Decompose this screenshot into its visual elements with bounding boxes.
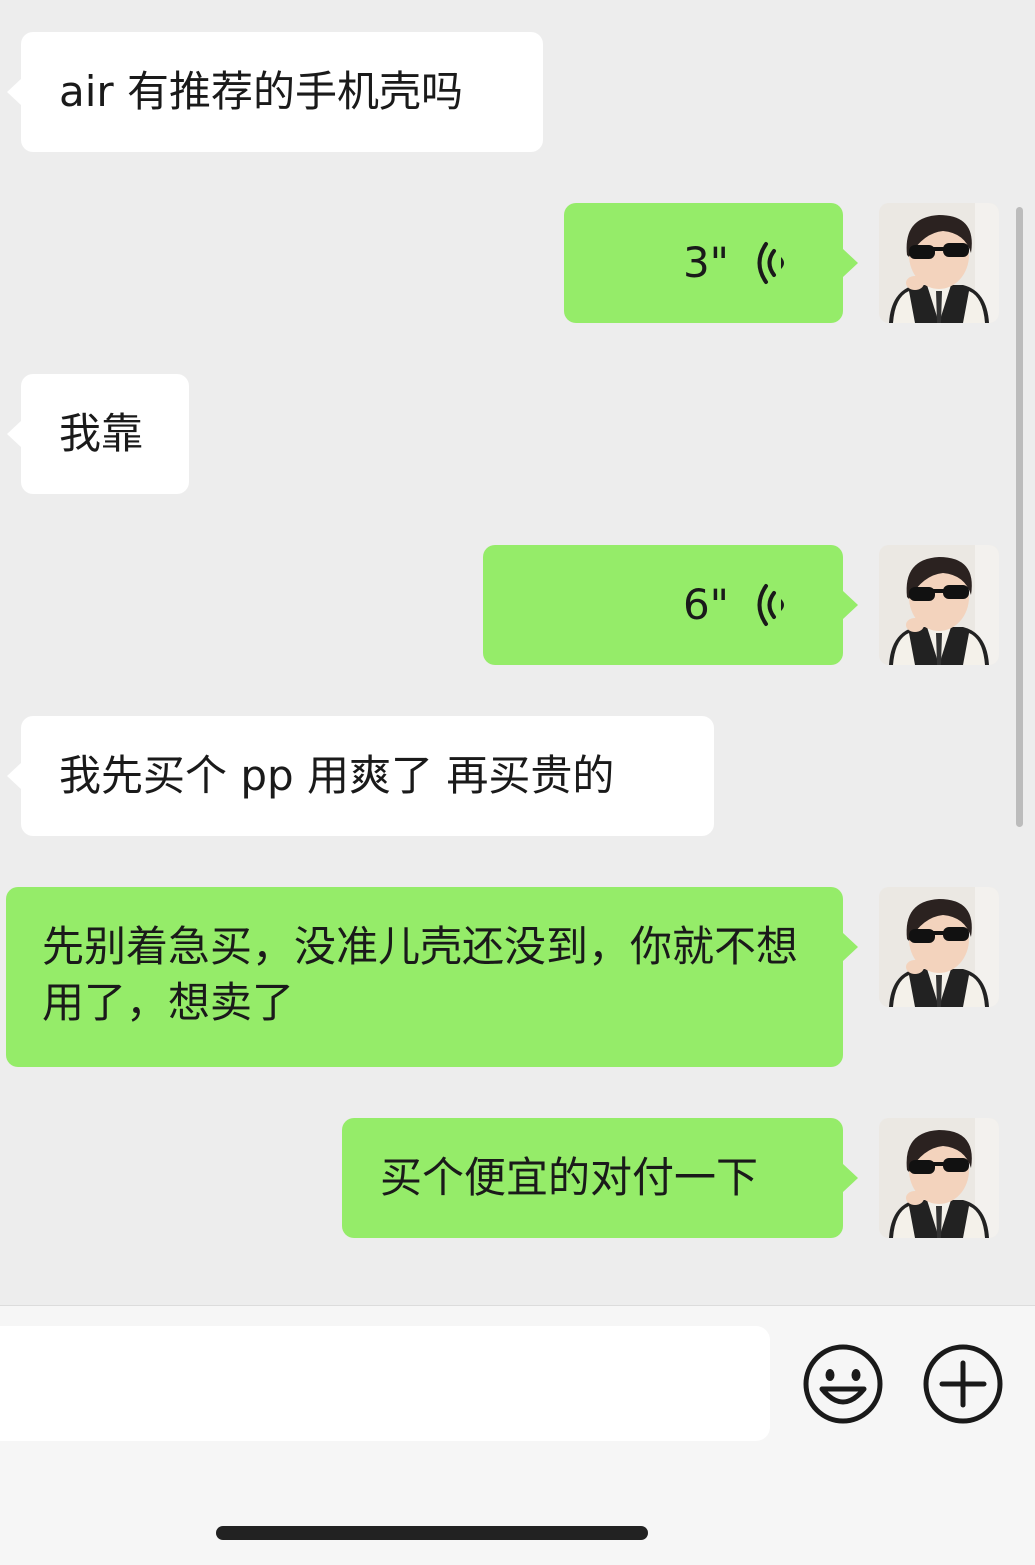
outgoing-message-bubble[interactable]: 买个便宜的对付一下 xyxy=(342,1118,858,1238)
outgoing-message-bubble[interactable]: 先别着急买，没准儿壳还没到，你就不想用了，想卖了 xyxy=(6,887,858,1067)
avatar[interactable] xyxy=(879,203,999,323)
voice-playback-icon xyxy=(757,242,784,284)
incoming-message-bubble[interactable]: 我靠 xyxy=(7,374,189,494)
outgoing-voice-message-bubble[interactable]: 6" xyxy=(483,545,858,665)
chat-message-list[interactable]: air 有推荐的手机壳吗 3" 我靠 6" 我先买个 pp 用爽了 再买贵的 先… xyxy=(0,0,1035,1305)
voice-playback-icon xyxy=(757,584,784,626)
avatar[interactable] xyxy=(879,887,999,1007)
input-bar xyxy=(0,1305,1035,1565)
plus-icon[interactable] xyxy=(922,1343,1004,1425)
message-text: air 有推荐的手机壳吗 xyxy=(59,67,464,116)
message-text: 买个便宜的对付一下 xyxy=(380,1153,759,1202)
message-text: 我靠 xyxy=(59,409,144,458)
scrollbar[interactable] xyxy=(1016,207,1023,827)
incoming-message-bubble[interactable]: 我先买个 pp 用爽了 再买贵的 xyxy=(7,716,714,836)
outgoing-voice-message-bubble[interactable]: 3" xyxy=(564,203,858,323)
message-text: 先别着急买，没准儿壳还没到，你就不想用了，想卖了 xyxy=(42,922,799,1027)
message-input[interactable] xyxy=(0,1326,770,1441)
avatar[interactable] xyxy=(879,545,999,665)
voice-duration: 6" xyxy=(682,580,729,629)
avatar[interactable] xyxy=(879,1118,999,1238)
voice-duration: 3" xyxy=(682,238,729,287)
incoming-message-bubble[interactable]: air 有推荐的手机壳吗 xyxy=(7,32,543,152)
home-indicator xyxy=(216,1526,648,1540)
emoji-icon[interactable] xyxy=(802,1343,884,1425)
message-text: 我先买个 pp 用爽了 再买贵的 xyxy=(59,751,615,800)
